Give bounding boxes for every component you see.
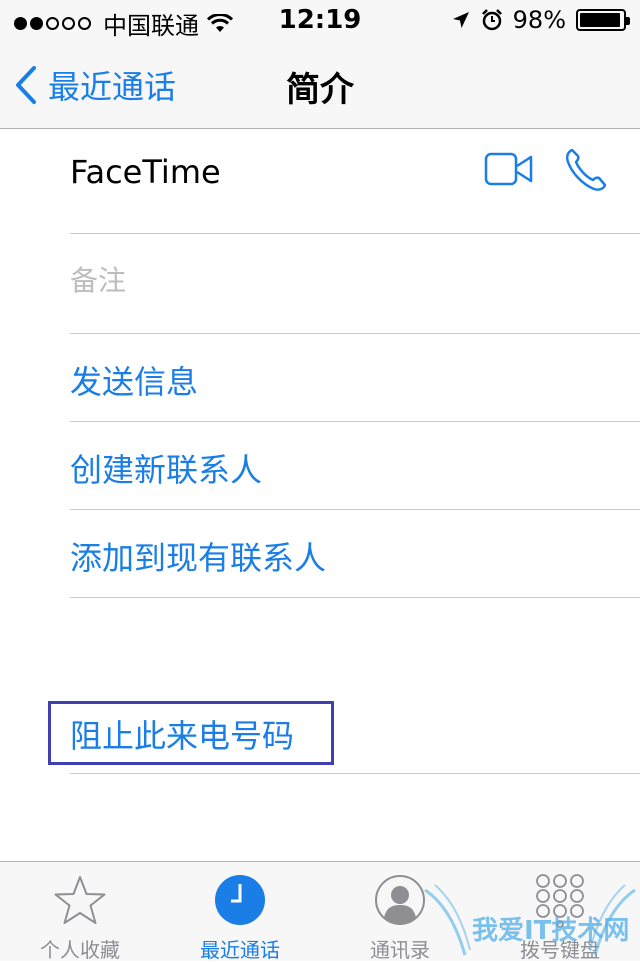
star-icon (54, 876, 106, 924)
create-new-contact-row[interactable]: 创建新联系人 (70, 421, 640, 510)
clock-icon (215, 875, 265, 925)
tab-keypad-label: 拨号键盘 (520, 938, 600, 962)
status-right: 98% (451, 6, 630, 34)
keypad-icon (536, 874, 584, 928)
tab-favorites-label: 个人收藏 (40, 938, 120, 962)
add-to-existing-contact-row[interactable]: 添加到现有联系人 (70, 509, 640, 598)
tab-keypad[interactable]: 拨号键盘 (480, 862, 640, 962)
notes-row[interactable]: 备注 (70, 233, 640, 334)
facetime-label: FaceTime (70, 153, 221, 191)
send-message-row[interactable]: 发送信息 (70, 333, 640, 422)
facetime-row: FaceTime (70, 129, 640, 234)
tab-bar: 个人收藏 最近通话 通讯录 拨号键盘 (0, 861, 640, 962)
status-bar: 中国联通 12:19 98% (0, 0, 640, 40)
tab-recents[interactable]: 最近通话 (160, 862, 320, 962)
tab-recents-label: 最近通话 (200, 938, 280, 962)
navigation-bar: 最近通话 简介 (0, 40, 640, 129)
send-message-label: 发送信息 (70, 363, 199, 401)
facetime-audio-phone-icon[interactable] (564, 147, 608, 193)
battery-percent: 98% (512, 6, 566, 34)
tab-contacts-label: 通讯录 (370, 938, 430, 962)
highlight-box (48, 701, 334, 765)
contacts-icon (375, 875, 425, 925)
tab-favorites[interactable]: 个人收藏 (0, 862, 160, 962)
battery-icon (576, 9, 630, 31)
facetime-video-icon[interactable] (484, 151, 534, 187)
notes-placeholder: 备注 (70, 264, 127, 297)
tab-contacts[interactable]: 通讯录 (320, 862, 480, 962)
location-arrow-icon (452, 12, 469, 28)
create-new-contact-label: 创建新联系人 (70, 451, 263, 489)
add-to-existing-contact-label: 添加到现有联系人 (70, 539, 327, 577)
alarm-clock-icon (481, 9, 502, 31)
page-title: 简介 (286, 70, 354, 110)
